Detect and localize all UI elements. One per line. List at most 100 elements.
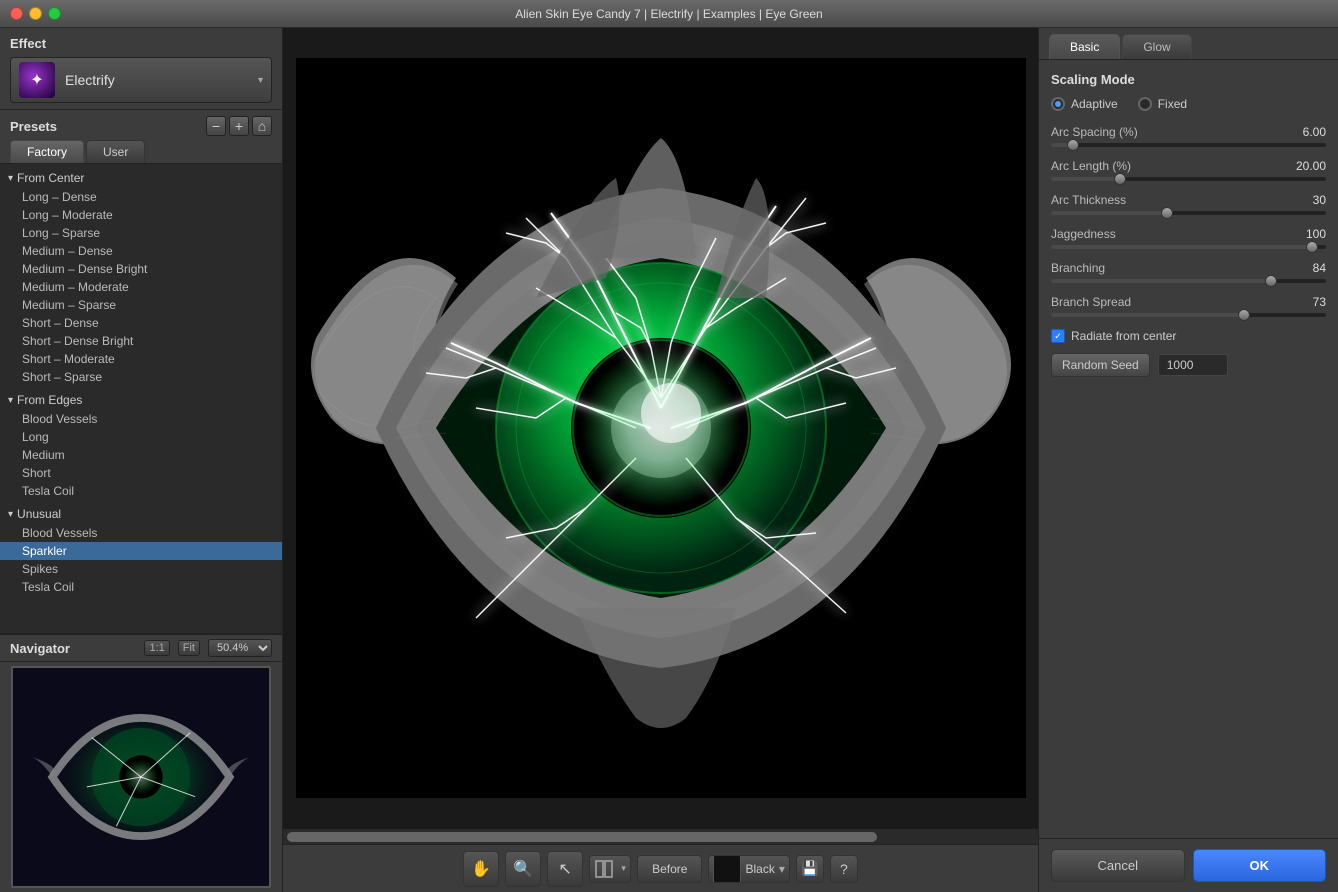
list-item[interactable]: Short – Sparse bbox=[0, 368, 282, 386]
window-title: Alien Skin Eye Candy 7 | Electrify | Exa… bbox=[515, 7, 822, 21]
branching-value: 84 bbox=[1313, 261, 1326, 275]
left-panel: Effect Electrify ▾ Presets − + ⌂ Factory… bbox=[0, 28, 283, 892]
branching-row: Branching 84 bbox=[1051, 261, 1326, 283]
effect-icon bbox=[19, 62, 55, 98]
seed-input[interactable] bbox=[1158, 354, 1228, 376]
arc-length-label: Arc Length (%) 20.00 bbox=[1051, 159, 1326, 173]
list-item[interactable]: Medium bbox=[0, 446, 282, 464]
fixed-radio[interactable]: Fixed bbox=[1138, 97, 1187, 111]
arc-thickness-value: 30 bbox=[1313, 193, 1326, 207]
hand-tool-button[interactable]: ✋ bbox=[463, 851, 499, 887]
home-preset-button[interactable]: ⌂ bbox=[252, 116, 272, 136]
preset-group-unusual: Unusual Blood Vessels Sparkler Spikes Te… bbox=[0, 502, 282, 598]
list-item[interactable]: Blood Vessels bbox=[0, 410, 282, 428]
presets-list[interactable]: From Center Long – Dense Long – Moderate… bbox=[0, 164, 282, 633]
radiate-checkbox[interactable]: ✓ bbox=[1051, 329, 1065, 343]
add-preset-button[interactable]: + bbox=[229, 116, 249, 136]
seed-row: Random Seed bbox=[1051, 353, 1326, 377]
adaptive-radio[interactable]: Adaptive bbox=[1051, 97, 1118, 111]
adaptive-radio-circle bbox=[1051, 97, 1065, 111]
jaggedness-slider[interactable] bbox=[1051, 245, 1326, 249]
zoom-fit-button[interactable]: Fit bbox=[178, 640, 200, 656]
list-item[interactable]: Short – Dense bbox=[0, 314, 282, 332]
bg-color-label: Black bbox=[745, 862, 778, 876]
list-item[interactable]: Long – Moderate bbox=[0, 206, 282, 224]
preset-group-from-center: From Center Long – Dense Long – Moderate… bbox=[0, 166, 282, 388]
list-item-selected[interactable]: Sparkler bbox=[0, 542, 282, 560]
navigator-title: Navigator bbox=[10, 641, 144, 656]
list-item[interactable]: Medium – Sparse bbox=[0, 296, 282, 314]
arc-length-slider[interactable] bbox=[1051, 177, 1326, 181]
background-color-button[interactable]: Black ▾ bbox=[708, 855, 789, 883]
branch-spread-slider[interactable] bbox=[1051, 313, 1326, 317]
preset-group-header-from-edges[interactable]: From Edges bbox=[0, 390, 282, 410]
ok-button[interactable]: OK bbox=[1193, 849, 1327, 882]
preset-group-header-from-center[interactable]: From Center bbox=[0, 168, 282, 188]
list-item[interactable]: Long – Sparse bbox=[0, 224, 282, 242]
arc-spacing-slider[interactable] bbox=[1051, 143, 1326, 147]
canvas-area bbox=[283, 28, 1038, 828]
bottom-buttons: Cancel OK bbox=[1039, 838, 1338, 892]
split-view-arrow[interactable]: ▾ bbox=[617, 855, 631, 883]
list-item[interactable]: Medium – Moderate bbox=[0, 278, 282, 296]
branching-label: Branching 84 bbox=[1051, 261, 1326, 275]
zoom-1to1-button[interactable]: 1:1 bbox=[144, 640, 169, 656]
split-view-main[interactable] bbox=[589, 855, 617, 883]
jaggedness-value: 100 bbox=[1306, 227, 1326, 241]
zoom-select[interactable]: 50.4% 25% 100% bbox=[208, 639, 272, 657]
remove-preset-button[interactable]: − bbox=[206, 116, 226, 136]
navigator-controls: 1:1 Fit 50.4% 25% 100% bbox=[144, 639, 272, 657]
fixed-radio-circle bbox=[1138, 97, 1152, 111]
canvas-content bbox=[296, 58, 1026, 798]
bg-color-swatch bbox=[713, 855, 741, 883]
list-item[interactable]: Medium – Dense bbox=[0, 242, 282, 260]
minimize-button[interactable] bbox=[29, 7, 42, 20]
arc-thickness-slider[interactable] bbox=[1051, 211, 1326, 215]
maximize-button[interactable] bbox=[48, 7, 61, 20]
branch-spread-label: Branch Spread 73 bbox=[1051, 295, 1326, 309]
select-tool-button[interactable]: ↖ bbox=[547, 851, 583, 887]
tab-user[interactable]: User bbox=[86, 140, 145, 163]
tab-glow[interactable]: Glow bbox=[1122, 34, 1191, 59]
list-item[interactable]: Short – Moderate bbox=[0, 350, 282, 368]
list-item[interactable]: Short bbox=[0, 464, 282, 482]
branching-slider[interactable] bbox=[1051, 279, 1326, 283]
help-button[interactable]: ? bbox=[830, 855, 858, 883]
zoom-tool-button[interactable]: 🔍 bbox=[505, 851, 541, 887]
chevron-down-icon: ▾ bbox=[258, 75, 263, 86]
effect-name: Electrify bbox=[65, 72, 258, 88]
chevron-down-icon: ▾ bbox=[779, 862, 789, 876]
list-item[interactable]: Long bbox=[0, 428, 282, 446]
canvas-scrollbar[interactable] bbox=[283, 828, 1038, 844]
scaling-mode-title: Scaling Mode bbox=[1051, 72, 1326, 87]
arc-spacing-value: 6.00 bbox=[1303, 125, 1326, 139]
list-item[interactable]: Medium – Dense Bright bbox=[0, 260, 282, 278]
right-panel: Basic Glow Scaling Mode Adaptive Fixed A… bbox=[1038, 28, 1338, 892]
random-seed-button[interactable]: Random Seed bbox=[1051, 353, 1150, 377]
cancel-button[interactable]: Cancel bbox=[1051, 849, 1185, 882]
jaggedness-label: Jaggedness 100 bbox=[1051, 227, 1326, 241]
arc-spacing-row: Arc Spacing (%) 6.00 bbox=[1051, 125, 1326, 147]
tab-basic[interactable]: Basic bbox=[1049, 34, 1120, 59]
list-item[interactable]: Long – Dense bbox=[0, 188, 282, 206]
arc-thickness-label: Arc Thickness 30 bbox=[1051, 193, 1326, 207]
list-item[interactable]: Spikes bbox=[0, 560, 282, 578]
effect-label: Effect bbox=[10, 36, 272, 51]
bottom-toolbar: ✋ 🔍 ↖ ▾ Before Black ▾ 💾 bbox=[283, 844, 1038, 892]
eye-artwork bbox=[296, 58, 1026, 798]
arc-thickness-row: Arc Thickness 30 bbox=[1051, 193, 1326, 215]
preset-group-header-unusual[interactable]: Unusual bbox=[0, 504, 282, 524]
jaggedness-row: Jaggedness 100 bbox=[1051, 227, 1326, 249]
branch-spread-row: Branch Spread 73 bbox=[1051, 295, 1326, 317]
list-item[interactable]: Blood Vessels bbox=[0, 524, 282, 542]
list-item[interactable]: Short – Dense Bright bbox=[0, 332, 282, 350]
list-item[interactable]: Tesla Coil bbox=[0, 482, 282, 500]
effect-selector[interactable]: Electrify ▾ bbox=[10, 57, 272, 103]
scrollbar-thumb[interactable] bbox=[287, 832, 877, 842]
save-button[interactable]: 💾 bbox=[796, 855, 824, 883]
list-item[interactable]: Tesla Coil bbox=[0, 578, 282, 596]
before-button[interactable]: Before bbox=[637, 855, 702, 883]
tab-factory[interactable]: Factory bbox=[10, 140, 84, 163]
close-button[interactable] bbox=[10, 7, 23, 20]
navigator-section: Navigator 1:1 Fit 50.4% 25% 100% bbox=[0, 634, 282, 892]
